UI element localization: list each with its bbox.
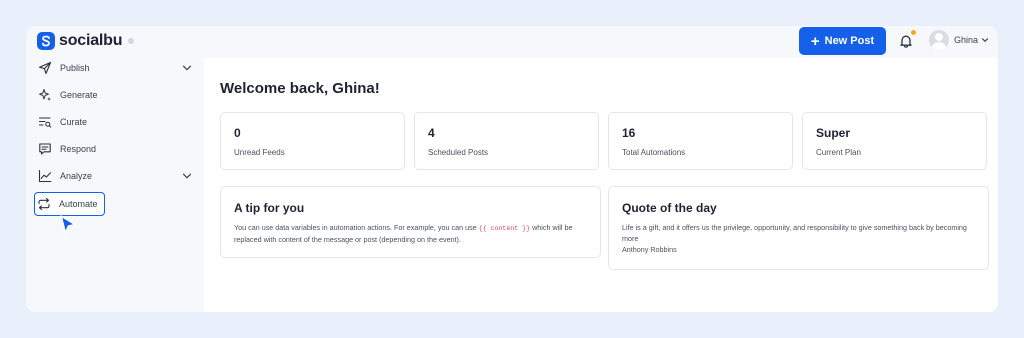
tip-text-before: You can use data variables in automation… — [234, 223, 479, 232]
new-post-button[interactable]: + New Post — [799, 27, 886, 55]
sidebar-item-automate[interactable]: Automate — [34, 192, 105, 216]
sidebar-item-label: Curate — [60, 117, 88, 127]
sidebar-item-respond[interactable]: Respond — [36, 139, 192, 159]
user-menu[interactable]: Ghina — [929, 30, 989, 50]
tip-code: {{ content }} — [478, 225, 531, 232]
new-post-label: New Post — [824, 35, 875, 47]
stat-card-scheduled-posts[interactable]: 4 Scheduled Posts — [414, 112, 599, 170]
sidebar-item-label: Automate — [59, 199, 98, 209]
plus-icon: + — [810, 32, 820, 50]
quote-body: Life is a gift, and it offers us the pri… — [622, 223, 967, 243]
stat-value: 0 — [234, 126, 241, 140]
page-title: Welcome back, Ghina! — [220, 80, 380, 97]
tip-card: A tip for you You can use data variables… — [220, 186, 601, 258]
stat-label: Total Automations — [622, 148, 686, 157]
quote-text: Life is a gift, and it offers us the pri… — [622, 222, 982, 255]
stat-card-current-plan[interactable]: Super Current Plan — [802, 112, 987, 170]
tip-text: You can use data variables in automation… — [234, 222, 594, 245]
sidebar-item-label: Respond — [60, 144, 97, 154]
sidebar-item-curate[interactable]: Curate — [36, 112, 192, 132]
avatar — [929, 30, 949, 50]
stat-label: Scheduled Posts — [428, 148, 489, 157]
quote-title: Quote of the day — [622, 201, 717, 215]
sidebar-item-label: Generate — [60, 90, 98, 100]
quote-card: Quote of the day Life is a gift, and it … — [608, 186, 989, 270]
stat-value: 4 — [428, 126, 435, 140]
sidebar-item-analyze[interactable]: Analyze — [36, 166, 192, 186]
status-dot — [128, 38, 135, 44]
send-icon — [38, 61, 52, 75]
mouse-cursor-icon — [60, 215, 76, 234]
repeat-icon — [38, 197, 50, 211]
stat-value: Super — [816, 126, 851, 140]
top-bar: socialbu + New Post 1 Ghina — [26, 26, 998, 58]
brand-name: socialbu — [59, 32, 123, 49]
line-chart-icon — [38, 169, 52, 183]
sidebar-item-generate[interactable]: Generate — [36, 85, 192, 105]
sidebar-item-label: Publish — [60, 63, 90, 73]
chevron-down-icon — [981, 38, 989, 43]
stat-label: Current Plan — [816, 148, 861, 157]
stat-card-unread-feeds[interactable]: 0 Unread Feeds — [220, 112, 405, 170]
stat-label: Unread Feeds — [234, 148, 285, 157]
notification-badge: 1 — [911, 30, 916, 35]
sidebar-item-label: Analyze — [60, 171, 93, 181]
socialbu-logo[interactable]: socialbu — [37, 32, 135, 50]
app-window: socialbu + New Post 1 Ghina Publish — [26, 26, 998, 312]
stat-value: 16 — [622, 126, 636, 140]
bell-icon[interactable] — [898, 33, 914, 49]
stat-card-total-automations[interactable]: 16 Total Automations — [608, 112, 793, 170]
quote-author: Anthony Robbins — [622, 245, 677, 254]
tip-title: A tip for you — [234, 201, 305, 215]
logo-mark-icon — [37, 32, 55, 50]
chevron-down-icon[interactable] — [182, 63, 192, 73]
sparkle-icon — [39, 89, 51, 101]
chevron-down-icon[interactable] — [182, 171, 192, 181]
sidebar: Publish Generate Curate Respond Analyze … — [26, 58, 204, 312]
sidebar-item-publish[interactable]: Publish — [36, 58, 192, 78]
main-content: Welcome back, Ghina! 0 Unread Feeds 4 Sc… — [204, 58, 998, 312]
chat-icon — [39, 143, 51, 155]
user-name: Ghina — [954, 35, 979, 45]
filter-search-icon — [38, 117, 52, 128]
